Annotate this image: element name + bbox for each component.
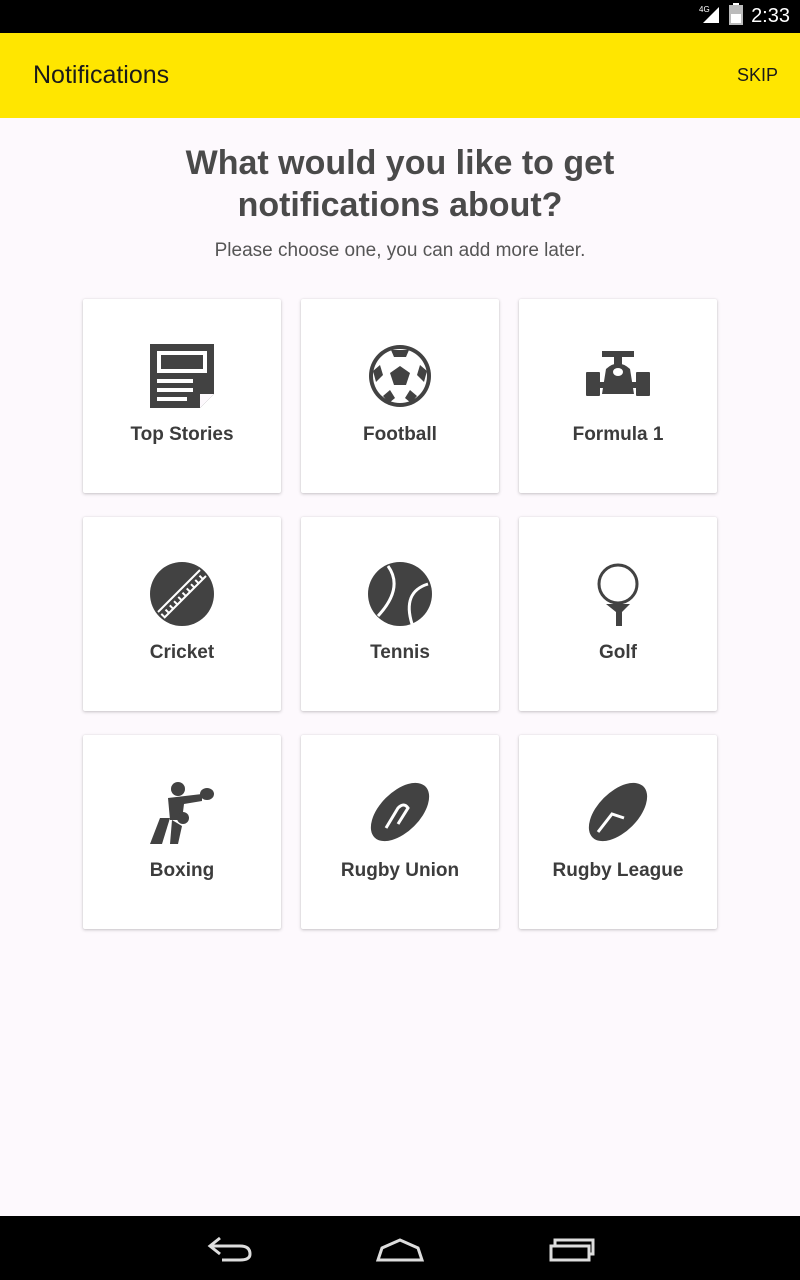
tennis-ball-icon — [368, 562, 432, 626]
rugby-union-ball-icon — [368, 780, 432, 844]
topic-label: Golf — [599, 642, 637, 663]
home-icon[interactable] — [368, 1226, 432, 1270]
topic-label: Tennis — [370, 642, 430, 663]
topic-card-cricket[interactable]: Cricket — [83, 517, 281, 711]
page-title: What would you like to get notifications… — [0, 142, 800, 226]
newspaper-icon — [150, 344, 214, 408]
topic-card-golf[interactable]: Golf — [519, 517, 717, 711]
topic-label: Boxing — [149, 860, 215, 881]
topic-label: Cricket — [149, 642, 215, 663]
rugby-league-ball-icon — [586, 780, 650, 844]
svg-text:4G: 4G — [699, 5, 710, 14]
topic-label: Rugby League — [552, 860, 684, 881]
app-bar: Notifications SKIP — [0, 33, 800, 118]
topic-card-football[interactable]: Football — [301, 299, 499, 493]
topic-card-boxing[interactable]: Boxing — [83, 735, 281, 929]
formula1-car-icon — [586, 344, 650, 408]
status-bar: 4G 2:33 — [0, 0, 800, 33]
topic-card-rugby-union[interactable]: Rugby Union — [301, 735, 499, 929]
topic-card-tennis[interactable]: Tennis — [301, 517, 499, 711]
cricket-ball-icon — [150, 562, 214, 626]
golf-ball-icon — [586, 562, 650, 626]
skip-button[interactable]: SKIP — [737, 33, 778, 118]
topic-label: Top Stories — [130, 424, 234, 445]
status-time: 2:33 — [751, 5, 790, 27]
topic-label: Rugby Union — [340, 860, 460, 881]
network-signal-icon: 4G — [699, 3, 721, 30]
topic-card-rugby-league[interactable]: Rugby League — [519, 735, 717, 929]
app-bar-title: Notifications — [33, 61, 170, 89]
boxer-icon — [150, 780, 214, 844]
page-title-line-2: notifications about? — [237, 186, 563, 224]
topic-label: Football — [363, 424, 437, 445]
recents-icon[interactable] — [539, 1226, 603, 1270]
navigation-bar — [0, 1216, 800, 1280]
topic-card-formula-1[interactable]: Formula 1 — [519, 299, 717, 493]
page-title-line-1: What would you like to get — [185, 144, 615, 182]
football-icon — [368, 344, 432, 408]
page-subtitle: Please choose one, you can add more late… — [214, 240, 586, 261]
topic-card-top-stories[interactable]: Top Stories — [83, 299, 281, 493]
battery-icon — [729, 3, 744, 30]
back-icon[interactable] — [198, 1226, 262, 1270]
topic-label: Formula 1 — [572, 424, 664, 445]
